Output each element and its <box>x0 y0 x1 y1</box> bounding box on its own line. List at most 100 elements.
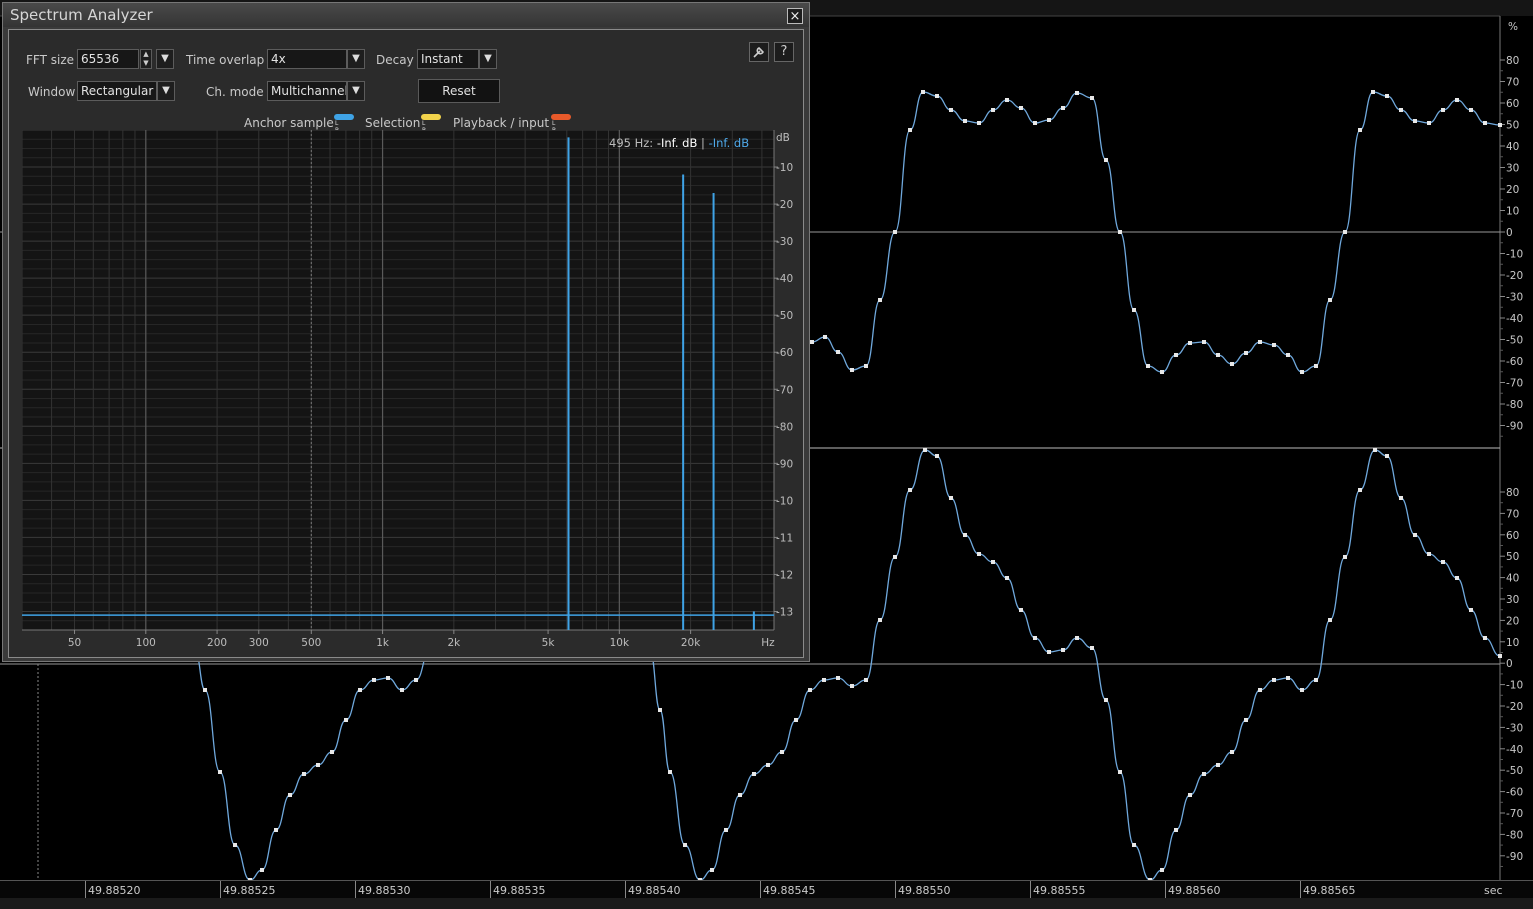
db-tick-label: -30 <box>776 236 793 248</box>
time-label: 49.88545 <box>763 884 816 897</box>
upper-scale-label: 0 <box>1506 227 1513 239</box>
sample-point <box>1498 123 1502 127</box>
sample-point <box>1160 370 1164 374</box>
sample-point <box>658 708 662 712</box>
sample-point <box>864 678 868 682</box>
lower-scale-label: -90 <box>1506 851 1523 863</box>
decay-dropdown-icon[interactable]: ▼ <box>479 49 497 69</box>
sample-point <box>1075 636 1079 640</box>
lower-scale-label: 20 <box>1506 615 1519 627</box>
decay-select[interactable]: Instant <box>417 49 479 69</box>
spectrum-plot[interactable]: dB -10 -20 -30 -40 -50 -60 -70 -80 -90 -100 -110 -12… <box>22 130 793 652</box>
anchor-sample-toggle[interactable]: L R <box>334 114 354 134</box>
window-titlebar[interactable]: Spectrum Analyzer × <box>3 3 809 27</box>
fft-size-dropdown-icon[interactable]: ▼ <box>156 49 174 69</box>
window-select[interactable]: Rectangular <box>77 81 157 101</box>
lower-scale-label: 60 <box>1506 530 1519 542</box>
upper-scale-label: -10 <box>1506 249 1523 261</box>
fft-size-stepper[interactable]: ▲ ▼ <box>140 49 152 69</box>
ch-mode-select[interactable]: Multichannel <box>267 81 347 101</box>
sample-point <box>1343 555 1347 559</box>
upper-scale-label: 80 <box>1506 55 1519 67</box>
readout-frequency: 495 Hz: <box>609 136 654 150</box>
time-tick <box>85 881 86 898</box>
sample-point <box>1469 108 1473 112</box>
sample-point <box>1047 118 1051 122</box>
db-tick-label: -90 <box>776 458 793 470</box>
lower-scale-label: -80 <box>1506 829 1523 841</box>
sample-point <box>935 454 939 458</box>
readout-left-db: -Inf. dB <box>656 136 698 150</box>
time-tick <box>355 881 356 898</box>
sample-point <box>1385 454 1389 458</box>
time-ruler[interactable]: 49.88520 49.88525 49.88530 49.88535 49.88540… <box>0 880 1533 899</box>
window-dropdown-icon[interactable]: ▼ <box>157 81 175 101</box>
close-icon[interactable]: × <box>787 8 803 24</box>
time-tick <box>1165 881 1166 898</box>
sample-point <box>1314 678 1318 682</box>
playback-input-toggle[interactable]: L R <box>551 114 571 134</box>
freq-tick-label: 2k <box>447 637 461 649</box>
upper-scale-label: 60 <box>1506 98 1519 110</box>
freq-tick-label: 1k <box>376 637 390 649</box>
spectrum-analyzer-window[interactable]: Spectrum Analyzer × FFT size 65536 ▲ ▼ ▼ … <box>2 2 810 662</box>
sample-point <box>316 763 320 767</box>
sample-point <box>977 121 981 125</box>
sample-point <box>1258 688 1262 692</box>
spectrum-analyzer-panel: FFT size 65536 ▲ ▼ ▼ Time overlap 4x ▼ De… <box>8 29 804 658</box>
sample-point <box>1455 576 1459 580</box>
time-overlap-dropdown-icon[interactable]: ▼ <box>347 49 365 69</box>
sample-point <box>780 750 784 754</box>
sample-point <box>963 119 967 123</box>
sample-point <box>400 688 404 692</box>
sample-point <box>1328 298 1332 302</box>
sample-point <box>274 828 278 832</box>
lower-scale-label: 40 <box>1506 573 1519 585</box>
selection-toggle[interactable]: L R <box>421 114 441 134</box>
sample-point <box>810 340 814 344</box>
sample-point <box>1202 340 1206 344</box>
db-tick-label: -40 <box>776 273 793 285</box>
time-label: 49.88550 <box>898 884 951 897</box>
sample-point <box>1005 98 1009 102</box>
sample-point <box>330 750 334 754</box>
sample-point <box>752 772 756 776</box>
upper-scale-label: -20 <box>1506 270 1523 282</box>
sample-point <box>1061 648 1065 652</box>
lower-scale-label: -60 <box>1506 787 1523 799</box>
db-tick-label: -130 <box>776 606 793 618</box>
sample-point <box>893 555 897 559</box>
upper-scale-label: 50 <box>1506 120 1519 132</box>
time-label: 49.88555 <box>1033 884 1086 897</box>
upper-scale-label: 70 <box>1506 77 1519 89</box>
sample-point <box>977 552 981 556</box>
time-label: 49.88565 <box>1303 884 1356 897</box>
sample-point <box>908 488 912 492</box>
time-label: 49.88525 <box>223 884 276 897</box>
sample-point <box>1469 608 1473 612</box>
sample-point <box>1385 94 1389 98</box>
sample-point <box>1286 353 1290 357</box>
sample-point <box>1118 230 1122 234</box>
time-overlap-select[interactable]: 4x <box>267 49 347 69</box>
sample-point <box>808 688 812 692</box>
lower-scale-label: 50 <box>1506 551 1519 563</box>
db-tick-label: -20 <box>776 199 793 211</box>
help-icon[interactable]: ? <box>774 42 794 62</box>
ch-mode-dropdown-icon[interactable]: ▼ <box>347 81 365 101</box>
time-tick <box>1300 881 1301 898</box>
sample-point <box>1090 96 1094 100</box>
sample-point <box>893 230 897 234</box>
wrench-icon[interactable] <box>749 42 769 62</box>
sample-point <box>302 772 306 776</box>
reset-button[interactable]: Reset <box>418 79 500 103</box>
anchor-sample-label: Anchor sample <box>244 116 334 130</box>
time-tick <box>895 881 896 898</box>
fft-size-input[interactable]: 65536 <box>77 49 139 69</box>
upper-scale-label: -80 <box>1506 399 1523 411</box>
time-tick <box>1030 881 1031 898</box>
sample-point <box>344 718 348 722</box>
sample-point <box>794 718 798 722</box>
sample-point <box>1373 448 1377 452</box>
sample-point <box>836 350 840 354</box>
